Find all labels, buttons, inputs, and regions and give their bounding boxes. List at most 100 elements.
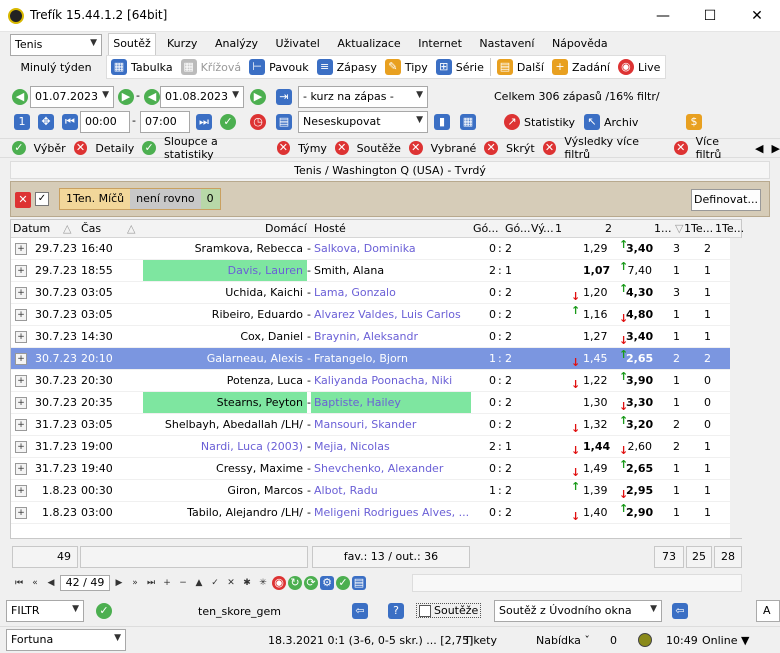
vertical-scrollbar[interactable] — [730, 238, 742, 538]
menu-internet[interactable]: Internet — [418, 37, 462, 50]
view-live[interactable]: ◉ Live — [614, 56, 664, 78]
cell-away[interactable]: Shevchenko, Alexander — [311, 458, 471, 479]
time-to-input[interactable]: 07:00 — [140, 111, 190, 133]
table-row[interactable]: +31.7.23 03:05 Shelbayh, Abedallah /LH/- Ma… — [11, 414, 742, 436]
cell-home[interactable]: Stearns, Peyton — [143, 392, 307, 413]
close-icon[interactable]: ✕ — [734, 4, 780, 28]
table-row[interactable]: +29.7.23 16:40 Sramkova, Rebecca - Salkova, … — [11, 238, 742, 260]
clock-icon[interactable]: ◷ — [250, 114, 266, 130]
filtr-select[interactable]: FILTR ▼ — [6, 600, 84, 622]
apply-filter-icon[interactable]: ✓ — [96, 603, 112, 619]
statistiky-button[interactable]: ↗ Statistiky — [500, 111, 579, 133]
expand-icon[interactable]: + — [15, 353, 27, 365]
tab-skryt[interactable]: Skrýt — [506, 142, 535, 155]
reload-icon[interactable]: ⟳ — [304, 576, 318, 590]
date-to-picker[interactable]: 01.08.2023 ▼ — [160, 86, 244, 108]
col-c2[interactable]: 1Te... — [684, 222, 713, 235]
menu-soutez[interactable]: Soutěž — [108, 33, 156, 55]
col-hoste[interactable]: Hosté — [314, 222, 346, 235]
table-row[interactable]: +31.7.23 19:00 Nardi, Luca (2003) - Mejia, N… — [11, 436, 742, 458]
chart-bar-icon[interactable]: ▮ — [434, 114, 450, 130]
table-row[interactable]: +1.8.23 03:00 Tabilo, Alejandro /LH/- Melig… — [11, 502, 742, 524]
horizontal-scrollbar[interactable] — [412, 574, 742, 592]
remove-filter-icon[interactable]: ✕ — [15, 192, 31, 208]
cell-away[interactable]: Fratangelo, Bjorn — [311, 348, 471, 369]
table-row[interactable]: +30.7.23 20:30 Potenza, Luca - Kaliyanda Poo… — [11, 370, 742, 392]
last-icon[interactable]: ⏭ — [196, 114, 212, 130]
col-datum[interactable]: Datum — [13, 222, 50, 235]
edit-record-icon[interactable]: ▲ — [192, 576, 206, 590]
soutez-checkbox[interactable]: Soutěže — [416, 603, 482, 618]
cell-away[interactable]: Meligeni Rodrigues Alves, ... — [311, 502, 471, 523]
view-pavouk[interactable]: ⊢ Pavouk — [245, 56, 312, 78]
online-status[interactable]: Online ▼ — [702, 634, 749, 647]
coins-icon[interactable]: $ — [686, 114, 702, 130]
table-row[interactable]: +31.7.23 19:40 Cressy, Maxime - Shevchenko, … — [11, 458, 742, 480]
expand-icon[interactable]: + — [15, 243, 27, 255]
tab-vyber[interactable]: Výběr — [34, 142, 66, 155]
cell-away[interactable]: Salkova, Dominika — [311, 238, 471, 259]
cell-home[interactable]: Nardi, Luca (2003) — [143, 436, 307, 457]
first-icon[interactable]: ⏮ — [62, 114, 78, 130]
view-krizova[interactable]: ▦ Křížová — [177, 56, 246, 78]
next-date-to-icon[interactable]: ▶ — [250, 89, 266, 105]
load-filter-icon[interactable]: ⇦ — [352, 603, 368, 619]
help-icon[interactable]: ? — [388, 603, 404, 619]
menu-napoveda[interactable]: Nápověda — [552, 37, 608, 50]
expand-icon[interactable]: + — [15, 397, 27, 409]
maximize-icon[interactable]: ☐ — [687, 4, 733, 28]
col-vy[interactable]: Vý... — [531, 222, 554, 235]
col-c1[interactable]: 1... — [654, 222, 672, 235]
delete-record-icon[interactable]: − — [176, 576, 190, 590]
col-c3[interactable]: 1Te... — [715, 222, 744, 235]
post-record-icon[interactable]: ✓ — [208, 576, 222, 590]
col-go1[interactable]: Gó... — [473, 222, 499, 235]
soutez-source-select[interactable]: Soutěž z Úvodního okna ▼ — [494, 600, 662, 622]
apply-range-icon[interactable]: ⇥ — [276, 89, 292, 105]
expand-icon[interactable]: + — [15, 419, 27, 431]
col-odds-1[interactable]: 1 — [555, 222, 562, 235]
tab-scroll-left-icon[interactable]: ◀ — [755, 142, 763, 155]
cell-away[interactable]: Lama, Gonzalo — [311, 282, 471, 303]
view-tipy[interactable]: ✎ Tipy — [381, 56, 432, 78]
bookmaker-select[interactable]: Fortuna ▼ — [6, 629, 126, 651]
table-row[interactable]: +30.7.23 14:30 Cox, Daniel - Braynin, Aleksa… — [11, 326, 742, 348]
menu-uzivatel[interactable]: Uživatel — [276, 37, 320, 50]
view-zadani[interactable]: + Zadání — [548, 56, 614, 78]
cell-home[interactable]: Uchida, Kaichi — [143, 282, 307, 303]
archiv-button[interactable]: ↖ Archiv — [580, 111, 642, 133]
record-position[interactable]: 42 / 49 — [60, 575, 110, 591]
menu-nastaveni[interactable]: Nastavení — [479, 37, 534, 50]
table-row[interactable]: +30.7.23 03:05 Ribeiro, Eduardo - Alvarez Va… — [11, 304, 742, 326]
cell-away[interactable]: Baptiste, Hailey — [311, 392, 471, 413]
next-record-icon[interactable]: ▶ — [112, 576, 126, 590]
refresh-icon[interactable]: ↻ — [288, 576, 302, 590]
nabidka-label[interactable]: Nabídka ˇ — [536, 634, 590, 647]
accept-icon[interactable]: ✓ — [336, 576, 350, 590]
cell-home[interactable]: Sramkova, Rebecca — [143, 238, 307, 259]
table-chart-icon[interactable]: ▦ — [460, 114, 476, 130]
col-go2[interactable]: Gó... — [505, 222, 531, 235]
cell-away[interactable]: Mejia, Nicolas — [311, 436, 471, 457]
cell-home[interactable]: Ribeiro, Eduardo — [143, 304, 307, 325]
group-icon[interactable]: ▤ — [276, 114, 292, 130]
expand-icon[interactable]: + — [15, 309, 27, 321]
table-row[interactable]: +29.7.23 18:55 Davis, Lauren - Smith, Alana 2… — [11, 260, 742, 282]
group-select[interactable]: Neseskupovat ▼ — [298, 111, 428, 133]
date-from-picker[interactable]: 01.07.2023 ▼ — [30, 86, 114, 108]
expand-icon[interactable]: + — [15, 265, 27, 277]
tab-vybrane[interactable]: Vybrané — [431, 142, 477, 155]
menu-kurzy[interactable]: Kurzy — [167, 37, 197, 50]
table-row[interactable]: +30.7.23 20:10 Galarneau, Alexis - Fratangel… — [11, 348, 742, 370]
cell-away[interactable]: Albot, Radu — [311, 480, 471, 501]
cell-home[interactable]: Tabilo, Alejandro /LH/ — [143, 502, 307, 523]
menu-analyzy[interactable]: Analýzy — [215, 37, 258, 50]
tab-detaily[interactable]: Detaily — [95, 142, 134, 155]
prev-page-icon[interactable]: « — [28, 576, 42, 590]
expand-icon[interactable]: + — [15, 331, 27, 343]
add-record-icon[interactable]: + — [160, 576, 174, 590]
expand-icon[interactable]: + — [15, 463, 27, 475]
period-label[interactable]: Minulý týden — [10, 57, 102, 79]
minimize-icon[interactable]: — — [640, 4, 686, 28]
tab-souteze[interactable]: Soutěže — [357, 142, 401, 155]
